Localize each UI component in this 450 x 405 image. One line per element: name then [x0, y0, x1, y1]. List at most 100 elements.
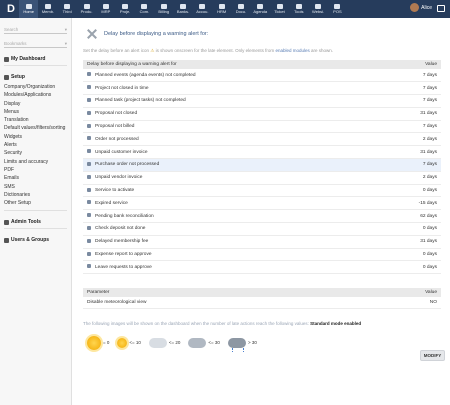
delay-label: Unpaid vendor invoice [95, 171, 378, 185]
delay-label: Delayed membership fee [95, 235, 378, 249]
search-input[interactable]: Search ▾ [4, 26, 67, 34]
weather-item-sunny-small: <= 10 [117, 337, 141, 348]
table-row: Disable meteorological view NO [83, 297, 441, 309]
table-row: Project not closed in time 7 days [83, 81, 441, 96]
sidebar-item-modules-applications[interactable]: Modules/Applications [4, 91, 71, 99]
storm-icon [227, 337, 246, 352]
sidebar-item-default-values-filters-sorting[interactable]: Default values/filters/sorting [4, 124, 71, 132]
row-icon-cell [83, 222, 95, 236]
menu-item-pos[interactable]: POS [328, 0, 347, 18]
sun-small-icon [117, 337, 128, 348]
table-row: Order not processed 2 days [83, 132, 441, 147]
menu-item-banks[interactable]: Banks. [173, 0, 192, 18]
sidebar-item-company-organization[interactable]: Company/Organization [4, 83, 71, 91]
app-logo[interactable]: D [3, 0, 19, 18]
menu-item-home[interactable]: Home [19, 0, 39, 18]
sidebar-item-limits-and-accuracy[interactable]: Limits and accuracy [4, 158, 71, 166]
user-menu[interactable]: Alice [410, 3, 432, 12]
menu-item-ticket[interactable]: Ticket [270, 0, 289, 18]
weather-mode-label: Standard mode enabled [310, 320, 362, 326]
delay-value: 62 days [377, 209, 441, 224]
menu-item-label: Proje. [119, 9, 131, 14]
cloud-icon [188, 337, 207, 348]
sidebar-item-dictionaries[interactable]: Dictionaries [4, 191, 71, 199]
delay-label: Proposal not billed [95, 120, 378, 134]
delay-value: 2 days [377, 171, 441, 185]
weather-item-cloudy: <= 30 [188, 337, 220, 348]
enabled-modules-link[interactable]: enabled modules [275, 48, 309, 53]
sidebar-item-menus[interactable]: Menus [4, 108, 71, 116]
row-icon-cell [83, 145, 95, 160]
module-icon [87, 72, 91, 77]
warning-icon: ⚠ [150, 48, 155, 53]
row-icon-cell [83, 248, 95, 262]
menu-item-memb[interactable]: Memb. [38, 0, 57, 18]
menu-item-mrp[interactable]: MRP [96, 0, 115, 18]
weather-item-storm: > 30 [227, 337, 257, 352]
sidebar-item-display[interactable]: Display [4, 100, 71, 108]
main-content: Delay before displaying a warning alert … [80, 18, 446, 352]
table-row: Unpaid vendor invoice 2 days [83, 171, 441, 185]
row-icon-cell [83, 260, 95, 275]
description-text: is shown onscreen for the late element. … [155, 48, 275, 53]
delay-label: Check deposit not done [95, 222, 378, 236]
menu-item-proje[interactable]: Proje. [115, 0, 134, 18]
weather-threshold: <= 10 [129, 340, 141, 346]
menu-item-label: Docu. [235, 9, 247, 14]
weather-threshold: > 30 [247, 340, 257, 346]
delay-value: 7 days [377, 158, 441, 172]
delay-table: Delay before displaying a warning alert … [83, 60, 441, 275]
sidebar-item-setup[interactable]: Setup [4, 74, 67, 80]
sidebar-item-sms[interactable]: SMS [4, 183, 71, 191]
bookmarks-select[interactable]: Bookmarks ▾ [4, 40, 67, 48]
sidebar-item-label: My Dashboard [11, 56, 46, 62]
sidebar-item-other-setup[interactable]: Other Setup [4, 199, 71, 207]
wrench-icon [4, 74, 9, 80]
sidebar-item-emails[interactable]: Emails [4, 174, 71, 182]
menu-item-label: Ticket [274, 9, 285, 14]
menu-item-hrm[interactable]: HRM [212, 0, 231, 18]
partly-cloudy-icon [148, 333, 167, 348]
menu-item-com[interactable]: Com. [135, 0, 154, 18]
menu-item-websi[interactable]: Websi. [308, 0, 327, 18]
row-icon-cell [83, 120, 95, 134]
print-icon[interactable] [437, 5, 445, 12]
menu-item-docu[interactable]: Docu. [231, 0, 250, 18]
sidebar-item-widgets[interactable]: Widgets [4, 133, 71, 141]
bookmarks-placeholder: Bookmarks [4, 41, 27, 46]
setup-menu-list: Company/Organization Modules/Applications… [0, 83, 71, 207]
module-icon [87, 251, 91, 256]
modify-button[interactable]: MODIFY [420, 350, 445, 361]
delay-label: Leave requests to approve [95, 260, 378, 275]
table-row: Planned task (project tasks) not complet… [83, 94, 441, 108]
menu-item-produ[interactable]: Produ. [77, 0, 96, 18]
table-row: Service to activate 0 days [83, 184, 441, 198]
table-row: Expired service -15 days [83, 196, 441, 211]
page-header: Delay before displaying a warning alert … [80, 21, 446, 47]
sidebar-item-users-groups[interactable]: Users & Groups [4, 237, 67, 243]
sidebar-item-alerts[interactable]: Alerts [4, 141, 71, 149]
left-sidebar: Search ▾ Bookmarks ▾ My Dashboard Setup … [0, 18, 72, 405]
sidebar-item-label: Setup [11, 74, 25, 80]
menu-item-label: Home [23, 9, 34, 14]
parameter-value[interactable]: NO [355, 297, 441, 309]
row-icon-cell [83, 69, 95, 83]
row-icon-cell [83, 94, 95, 108]
sidebar-item-translation[interactable]: Translation [4, 116, 71, 124]
menu-item-third[interactable]: Third [58, 0, 77, 18]
sidebar-item-my-dashboard[interactable]: My Dashboard [4, 56, 67, 62]
menu-item-label: Third [62, 9, 72, 14]
table-row: Proposal not billed 7 days [83, 120, 441, 134]
row-icon-cell [83, 132, 95, 147]
sidebar-item-pdf[interactable]: PDF [4, 166, 71, 174]
sidebar-item-security[interactable]: Security [4, 149, 71, 157]
menu-item-accou[interactable]: Accou. [193, 0, 212, 18]
menu-item-label: Tools [294, 9, 304, 14]
sidebar-item-admin-tools[interactable]: Admin Tools [4, 219, 67, 225]
row-icon-cell [83, 184, 95, 198]
menu-item-agenda[interactable]: Agenda [251, 0, 270, 18]
menu-item-billing[interactable]: Billing [154, 0, 173, 18]
menu-item-tools[interactable]: Tools [289, 0, 308, 18]
delay-value: 0 days [377, 260, 441, 275]
description-text: Set the delay before an alert icon [83, 48, 150, 53]
